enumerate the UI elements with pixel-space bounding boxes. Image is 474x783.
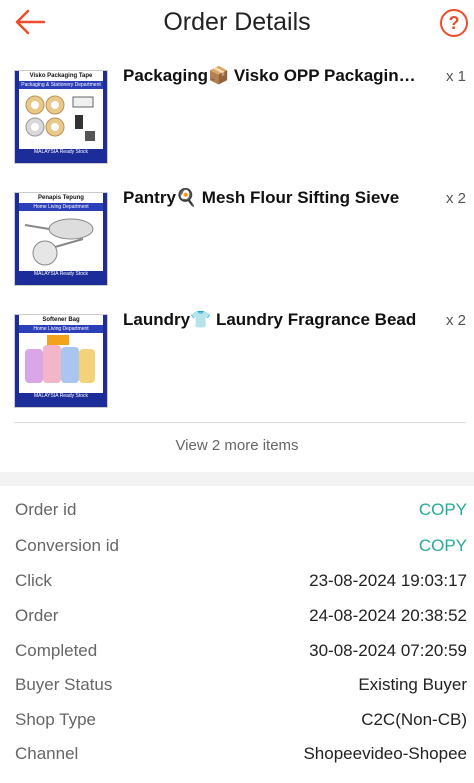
order-item[interactable]: Visko Packaging Tape Packaging & Station… — [14, 66, 466, 164]
product-thumbnail: Visko Packaging Tape Packaging & Station… — [14, 70, 108, 164]
item-name: Packaging📦 Visko OPP Packaging Tape — [123, 66, 423, 85]
thumb-band: Packaging & Stationery Department — [19, 81, 103, 89]
order-item[interactable]: Penapis Tepung Home Living Department MA… — [14, 188, 466, 286]
item-quantity: x 2 — [445, 190, 466, 207]
detail-value: C2C(Non-CB) — [361, 710, 467, 729]
thumb-heading: Visko Packaging Tape — [29, 73, 93, 79]
page-title: Order Details — [163, 8, 311, 36]
order-item[interactable]: Softener Bag Home Living Department MALA… — [14, 310, 466, 408]
section-separator — [0, 472, 474, 486]
thumb-footer: MALAYSIA Ready Stock — [15, 271, 107, 285]
detail-label: Completed — [15, 641, 98, 660]
detail-value: 30-08-2024 07:20:59 — [309, 641, 467, 660]
divider — [14, 422, 466, 423]
thumb-heading: Softener Bag — [42, 317, 80, 323]
thumb-band: Home Living Department — [19, 203, 103, 211]
detail-label: Channel — [15, 744, 79, 763]
product-thumbnail: Softener Bag Home Living Department MALA… — [14, 314, 108, 408]
sieve-image — [24, 218, 94, 266]
item-quantity: x 2 — [445, 312, 466, 329]
detail-label: Click — [15, 571, 52, 590]
tape-rolls-image — [25, 95, 95, 141]
detail-row-completed: Completed 30-08-2024 07:20:59 — [15, 641, 467, 665]
product-thumbnail: Penapis Tepung Home Living Department MA… — [14, 192, 108, 286]
top-bar: Order Details ? — [0, 0, 474, 46]
question-circle-icon: ? — [448, 13, 460, 33]
thumb-heading: Penapis Tepung — [38, 195, 84, 201]
detail-value: Existing Buyer — [358, 675, 467, 694]
detail-label: Order — [15, 606, 59, 625]
thumb-footer: MALAYSIA Ready Stock — [15, 149, 107, 163]
item-name: Laundry👕 Laundry Fragrance Bead — [123, 310, 417, 329]
thumb-band: Home Living Department — [19, 325, 103, 333]
fragrance-bags-image — [25, 335, 95, 383]
detail-value: 23-08-2024 19:03:17 — [309, 571, 467, 590]
detail-label: Buyer Status — [15, 675, 113, 694]
detail-row-buyer-status: Buyer Status Existing Buyer — [15, 675, 467, 699]
detail-row-click: Click 23-08-2024 19:03:17 — [15, 571, 467, 595]
help-button[interactable]: ? — [440, 9, 468, 37]
copy-order-id-button[interactable]: COPY — [419, 500, 467, 520]
detail-label: Shop Type — [15, 710, 96, 729]
detail-row-order: Order 24-08-2024 20:38:52 — [15, 606, 467, 630]
detail-value: 24-08-2024 20:38:52 — [309, 606, 467, 625]
detail-row-shop-type: Shop Type C2C(Non-CB) — [15, 710, 467, 734]
item-name: Pantry🍳 Mesh Flour Sifting Sieve — [123, 188, 400, 207]
detail-label: Conversion id — [15, 536, 119, 555]
detail-row-channel: Channel Shopeevideo-Shopee — [15, 744, 467, 768]
item-quantity: x 1 — [445, 68, 466, 85]
copy-conversion-id-button[interactable]: COPY — [419, 536, 467, 556]
detail-row-order-id: Order id COPY — [15, 500, 467, 524]
detail-label: Order id — [15, 500, 77, 519]
detail-row-conversion-id: Conversion id COPY — [15, 536, 467, 560]
view-more-items-button[interactable]: View 2 more items — [0, 437, 474, 454]
detail-value: Shopeevideo-Shopee — [303, 744, 467, 763]
thumb-footer: MALAYSIA Ready Stock — [15, 393, 107, 407]
